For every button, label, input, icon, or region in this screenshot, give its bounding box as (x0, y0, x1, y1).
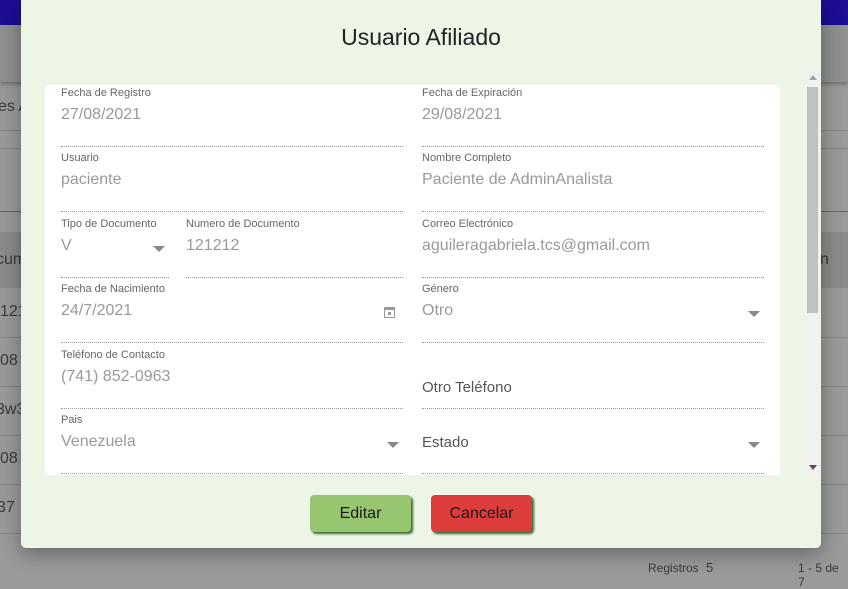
dropdown-arrow-icon (748, 311, 760, 317)
field-value: 29/08/2021 (422, 106, 503, 123)
document-number-field[interactable]: Numero de Documento 121212 (186, 218, 403, 278)
field-value: Paciente de AdminAnalista (422, 171, 613, 188)
table-row[interactable]: 37 (0, 499, 15, 517)
pagination-label: Registros (648, 561, 699, 575)
registration-date-field[interactable]: Fecha de Registro 27/08/2021 (61, 87, 403, 147)
field-placeholder: Otro Teléfono (422, 379, 512, 396)
field-value: 24/7/2021 (61, 302, 133, 319)
scroll-up-arrow-icon[interactable] (809, 75, 817, 80)
affiliated-user-dialog: Usuario Afiliado Fecha de Registro 27/08/… (21, 0, 821, 548)
field-value: (741) 852-0963 (61, 368, 171, 385)
field-placeholder: Estado (422, 434, 469, 451)
field-label: Numero de Documento (186, 218, 300, 230)
field-value: Otro (422, 302, 454, 319)
table-row[interactable]: 08 (0, 352, 18, 370)
scroll-down-arrow-icon[interactable] (809, 465, 817, 470)
dropdown-arrow-icon (153, 246, 165, 252)
field-value: 27/08/2021 (61, 106, 142, 123)
state-select[interactable]: Estado (422, 414, 764, 474)
table-row[interactable]: 08 (0, 450, 18, 468)
dialog-scrollbar[interactable] (806, 70, 819, 475)
country-select[interactable]: Pais Venezuela (61, 414, 403, 474)
field-label: Tipo de Documento (61, 218, 157, 230)
dialog-scroll-area: Fecha de Registro 27/08/2021 Fecha de Exp… (45, 70, 819, 475)
rows-per-page-select[interactable]: 5 (706, 560, 713, 575)
email-field[interactable]: Correo Electrónico aguileragabriela.tcs@g… (422, 218, 764, 278)
username-field[interactable]: Usuario paciente (61, 152, 403, 212)
birth-date-field[interactable]: Fecha de Nacimiento 24/7/2021 (61, 283, 403, 343)
pagination-range: 1 - 5 de 7 (798, 561, 839, 589)
field-value: Venezuela (61, 433, 136, 450)
field-label: Teléfono de Contacto (61, 349, 165, 361)
dialog-title: Usuario Afiliado (341, 24, 501, 50)
cancel-button[interactable]: Cancelar (431, 495, 532, 532)
dropdown-arrow-icon (387, 442, 399, 448)
field-value: V (61, 237, 72, 254)
field-value: 121212 (186, 237, 240, 254)
form-card: Fecha de Registro 27/08/2021 Fecha de Exp… (45, 85, 780, 475)
scrollbar-thumb[interactable] (807, 87, 818, 313)
field-label: Fecha de Nacimiento (61, 283, 165, 295)
phone-field[interactable]: Teléfono de Contacto (741) 852-0963 (61, 349, 403, 409)
field-label: Género (422, 283, 459, 295)
document-type-select[interactable]: Tipo de Documento V (61, 218, 169, 278)
calendar-icon[interactable] (384, 307, 395, 318)
field-label: Usuario (61, 152, 99, 164)
other-phone-field[interactable]: Otro Teléfono (422, 349, 764, 409)
field-label: Fecha de Registro (61, 87, 151, 99)
column-header: n (820, 251, 829, 268)
field-label: Correo Electrónico (422, 218, 514, 230)
expiration-date-field[interactable]: Fecha de Expiración 29/08/2021 (422, 87, 764, 147)
dropdown-arrow-icon (748, 442, 760, 448)
field-label: Pais (61, 414, 83, 426)
gender-select[interactable]: Género Otro (422, 283, 764, 343)
field-value: paciente (61, 171, 122, 188)
edit-button[interactable]: Editar (310, 495, 411, 532)
full-name-field[interactable]: Nombre Completo Paciente de AdminAnalista (422, 152, 764, 212)
field-value: aguileragabriela.tcs@gmail.com (422, 237, 650, 254)
field-label: Fecha de Expiración (422, 87, 523, 99)
field-label: Nombre Completo (422, 152, 512, 164)
